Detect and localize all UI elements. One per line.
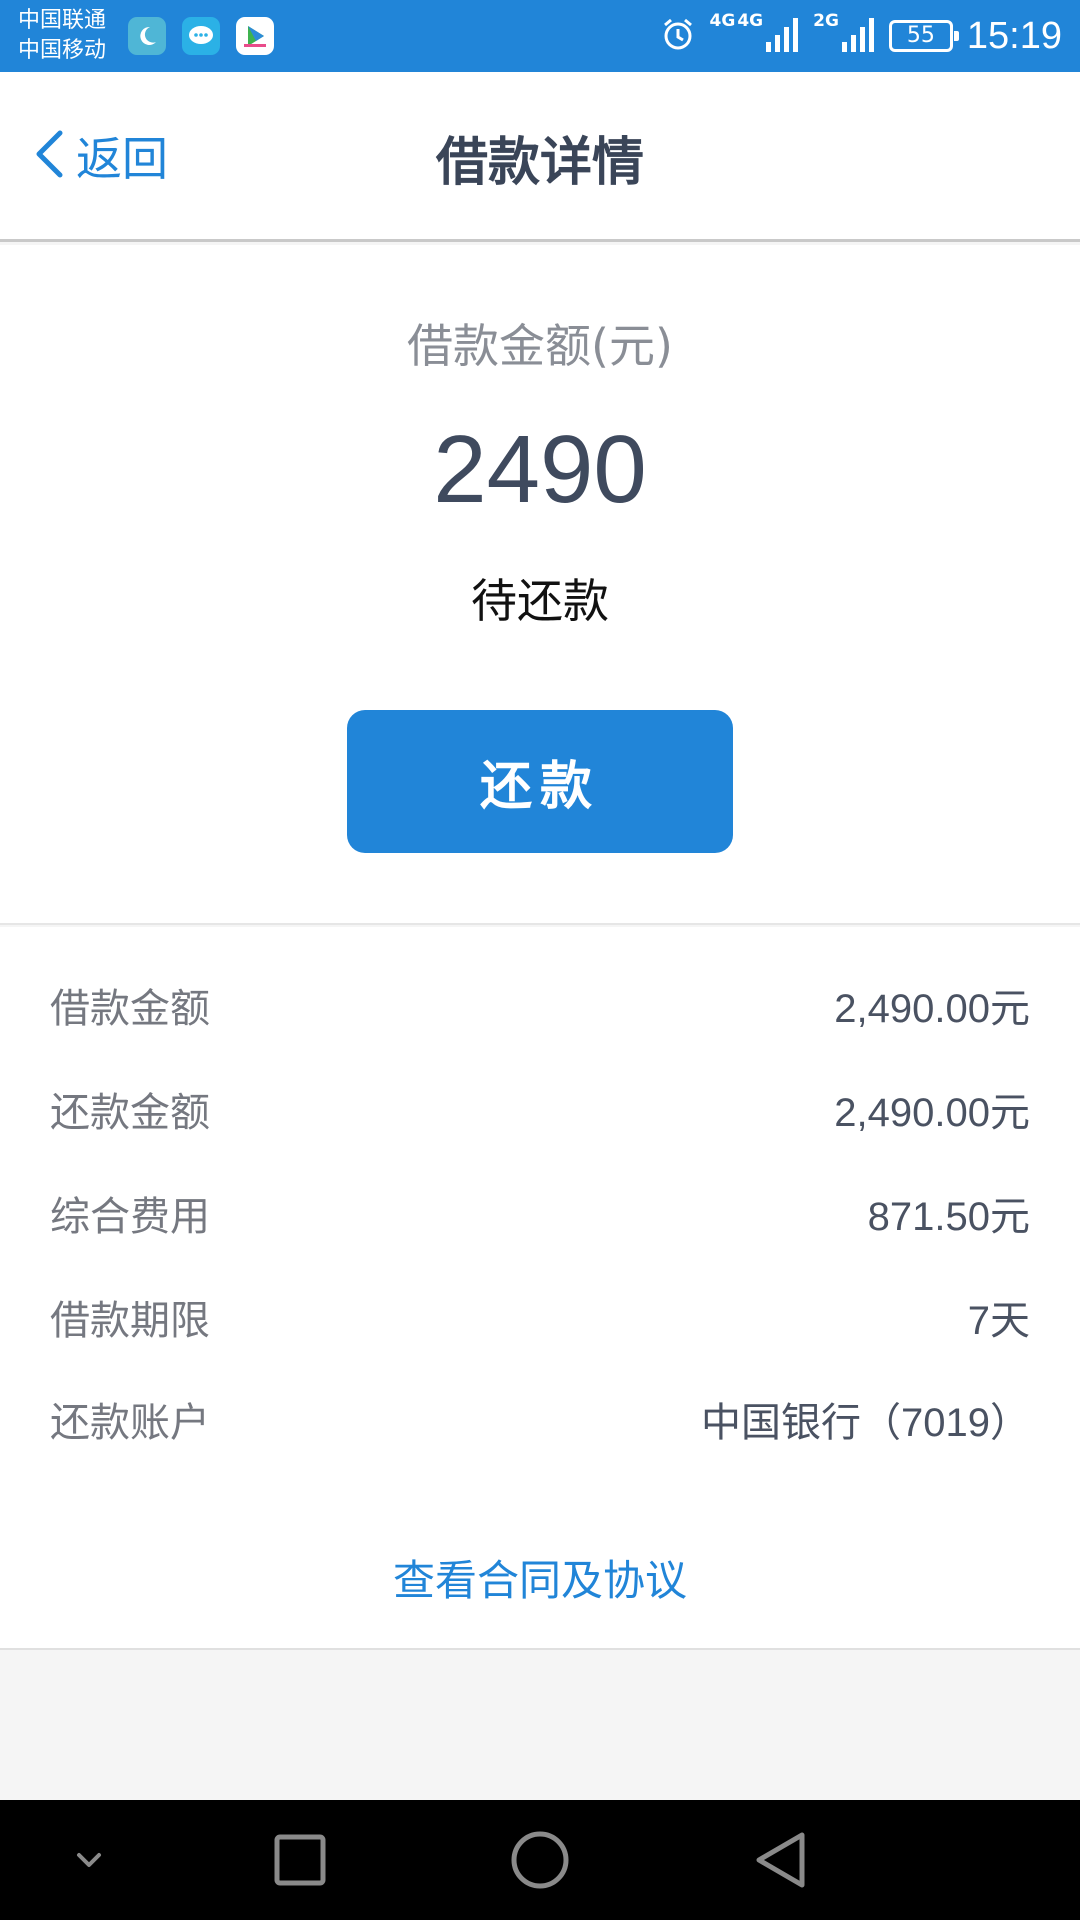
loan-status: 待还款 <box>471 574 609 628</box>
detail-value: 871.50元 <box>867 1195 1030 1239</box>
moon-app-icon <box>128 17 166 55</box>
network-type-3: 2G <box>813 11 839 31</box>
message-app-icon <box>182 17 220 55</box>
recent-apps-icon[interactable] <box>265 1825 335 1895</box>
view-contract-link[interactable]: 查看合同及协议 <box>0 1547 1080 1608</box>
detail-value: 2,490.00元 <box>834 1091 1030 1135</box>
amount-label: 借款金额(元) <box>407 319 673 373</box>
detail-label: 借款金额 <box>50 986 210 1032</box>
back-nav-icon[interactable] <box>745 1825 815 1895</box>
detail-row-account: 还款账户 中国银行（7019） <box>50 1389 1030 1449</box>
detail-value: 7天 <box>967 1299 1030 1343</box>
status-bar: 中国联通 中国移动 4G 4G 2G 55 15:19 <box>0 0 1080 72</box>
network-type-2: 4G <box>737 11 764 31</box>
system-nav-bar <box>0 1800 1080 1920</box>
detail-row-fee: 综合费用 871.50元 <box>50 1183 1030 1243</box>
loan-amount: 2490 <box>433 416 647 523</box>
repay-button[interactable]: 还款 <box>347 710 733 853</box>
detail-row-loan-amount: 借款金额 2,490.00元 <box>50 975 1030 1035</box>
battery-icon: 55 <box>888 20 959 52</box>
alarm-icon <box>660 16 696 56</box>
detail-label: 综合费用 <box>50 1194 210 1240</box>
carrier-1: 中国联通 <box>18 8 107 33</box>
carrier-2: 中国移动 <box>18 38 107 63</box>
detail-label: 借款期限 <box>50 1298 210 1344</box>
detail-row-term: 借款期限 7天 <box>50 1287 1030 1347</box>
detail-row-repay-amount: 还款金额 2,490.00元 <box>50 1079 1030 1139</box>
home-icon[interactable] <box>505 1825 575 1895</box>
signal-icon-2 <box>841 16 875 56</box>
network-type-1: 4G <box>709 11 736 31</box>
chevron-down-icon[interactable] <box>54 1825 124 1895</box>
page-title: 借款详情 <box>435 133 644 193</box>
detail-label: 还款账户 <box>50 1400 210 1446</box>
carrier-info: 中国联通 中国移动 <box>18 6 106 66</box>
detail-value: 2,490.00元 <box>834 987 1030 1031</box>
loan-details: 借款金额 2,490.00元 还款金额 2,490.00元 综合费用 871.5… <box>0 927 1080 1650</box>
detail-value: 中国银行（7019） <box>701 1401 1030 1445</box>
nav-header: 返回 借款详情 <box>0 72 1080 242</box>
status-indicators: 4G 4G 2G 55 15:19 <box>646 0 1062 72</box>
clock: 15:19 <box>966 14 1062 57</box>
video-app-icon <box>236 17 274 55</box>
signal-icon <box>765 16 799 56</box>
loan-summary: 借款金额(元) 2490 待还款 还款 <box>0 245 1080 925</box>
detail-label: 还款金额 <box>50 1090 210 1136</box>
